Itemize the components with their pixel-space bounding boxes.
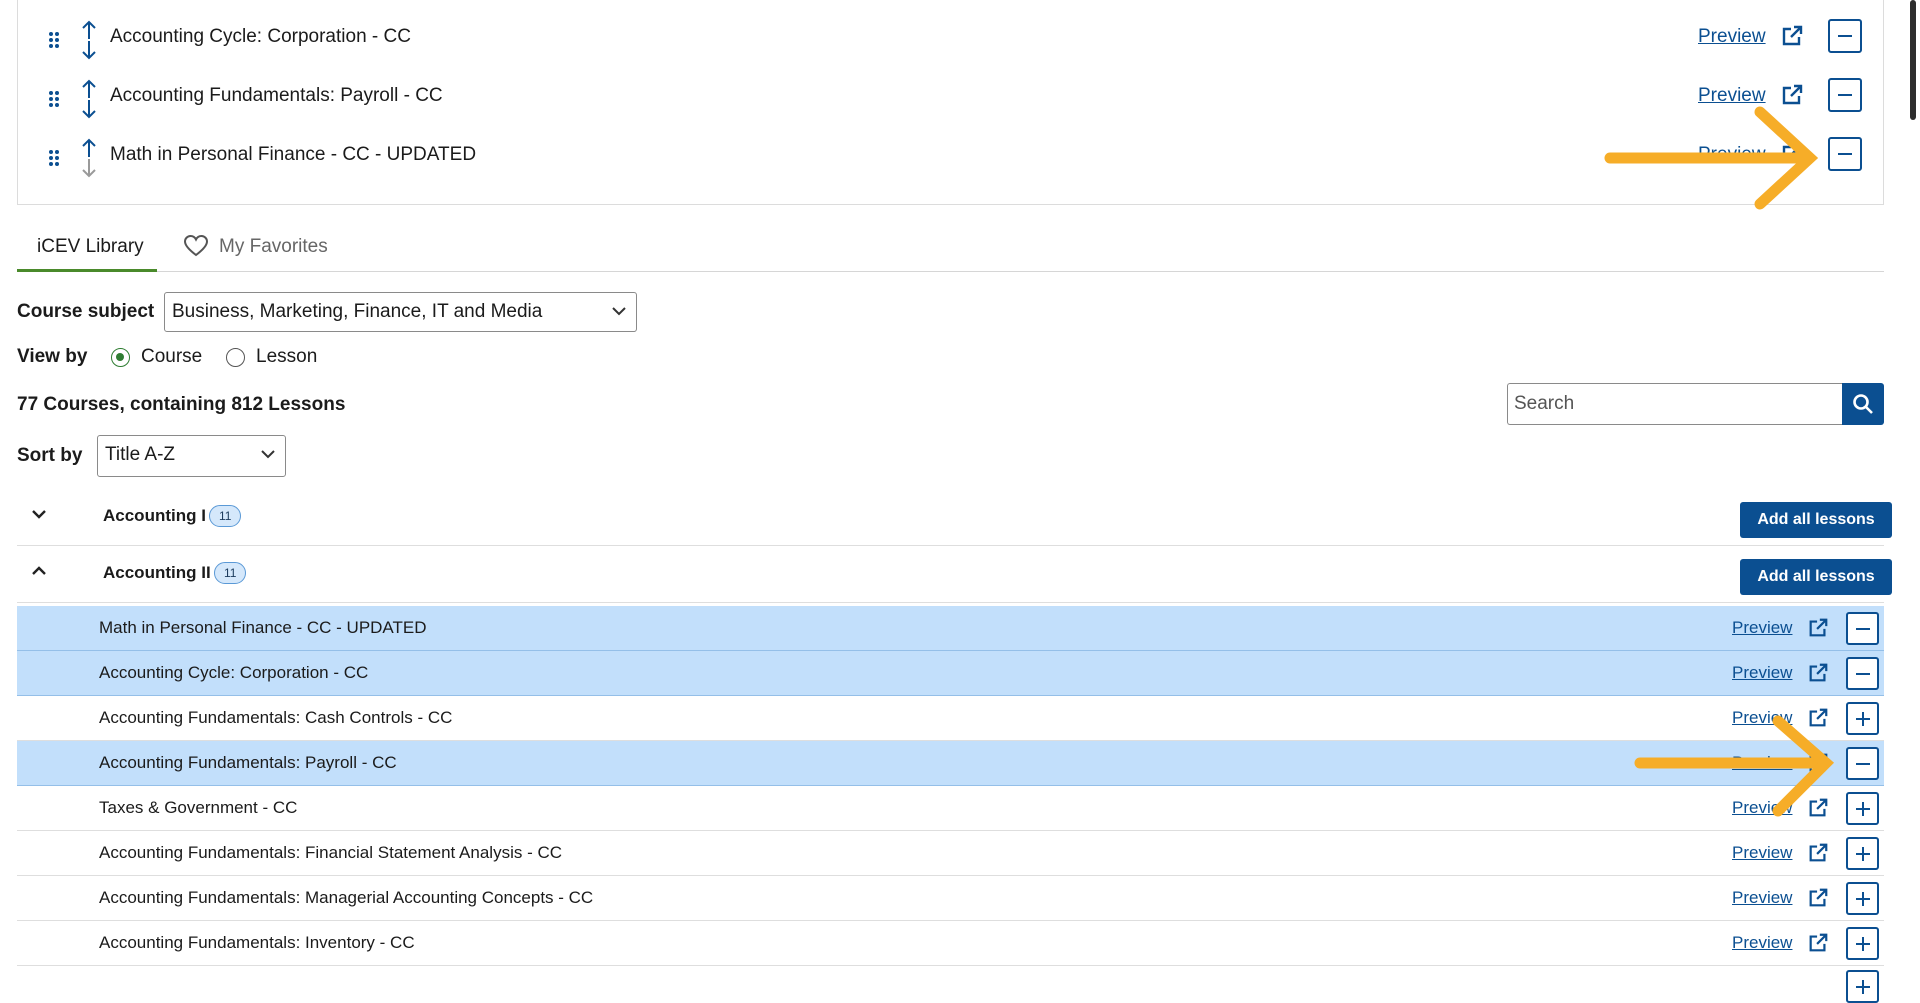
add-lesson-button[interactable] xyxy=(1846,927,1879,960)
course-name: Accounting II xyxy=(103,563,211,582)
chevron-down-icon xyxy=(612,307,626,316)
add-lesson-button[interactable] xyxy=(1846,837,1879,870)
lesson-title: Accounting Fundamentals: Managerial Acco… xyxy=(99,888,594,907)
add-all-lessons-button[interactable]: Add all lessons xyxy=(1740,559,1892,595)
external-link-icon[interactable] xyxy=(1780,24,1804,48)
tab-my-favorites-label: My Favorites xyxy=(219,236,328,257)
drag-handle-icon[interactable] xyxy=(48,31,60,49)
external-link-icon[interactable] xyxy=(1807,662,1829,684)
preview-link[interactable]: Preview xyxy=(1732,888,1792,908)
preview-link[interactable]: Preview xyxy=(1732,798,1792,818)
move-up-down-icon[interactable] xyxy=(78,78,100,120)
tab-icev-library[interactable]: iCEV Library xyxy=(17,224,157,272)
preview-link[interactable]: Preview xyxy=(1732,843,1792,863)
lesson-row: Accounting Fundamentals: Financial State… xyxy=(17,831,1884,876)
drag-handle-icon[interactable] xyxy=(48,90,60,108)
preview-link[interactable]: Preview xyxy=(1732,753,1792,773)
external-link-icon[interactable] xyxy=(1807,797,1829,819)
external-link-icon[interactable] xyxy=(1807,932,1829,954)
external-link-icon[interactable] xyxy=(1780,142,1804,166)
preview-link[interactable]: Preview xyxy=(1732,618,1792,638)
lesson-title: Taxes & Government - CC xyxy=(99,798,298,817)
course-subject-value: Business, Marketing, Finance, IT and Med… xyxy=(172,301,543,322)
radio-selected-indicator xyxy=(111,348,130,367)
course-subject-label: Course subject xyxy=(17,301,155,322)
add-lesson-button[interactable] xyxy=(1846,702,1879,735)
preview-link[interactable]: Preview xyxy=(1732,933,1792,953)
lesson-title: Accounting Cycle: Corporation - CC xyxy=(99,663,369,682)
external-link-icon[interactable] xyxy=(1780,83,1804,107)
external-link-icon[interactable] xyxy=(1807,617,1829,639)
selected-lesson-title: Math in Personal Finance - CC - UPDATED xyxy=(110,144,477,165)
view-by-label: View by xyxy=(17,346,88,367)
course-row[interactable]: Accounting I 11 Add all lessons xyxy=(17,489,1892,546)
results-summary: 77 Courses, containing 812 Lessons xyxy=(17,394,346,415)
expand-chevron-down-icon[interactable] xyxy=(31,509,47,519)
external-link-icon[interactable] xyxy=(1807,752,1829,774)
drag-handle-icon[interactable] xyxy=(48,149,60,167)
preview-link[interactable]: Preview xyxy=(1698,85,1766,107)
radio-unselected-indicator xyxy=(226,348,245,367)
view-option-label: Lesson xyxy=(256,346,318,367)
course-row[interactable]: Accounting II 11 Add all lessons xyxy=(17,546,1892,603)
lesson-title: Accounting Fundamentals: Payroll - CC xyxy=(99,753,397,772)
preview-link[interactable]: Preview xyxy=(1732,663,1792,683)
remove-lesson-button[interactable] xyxy=(1846,747,1879,780)
selected-lesson-row: Accounting Fundamentals: Payroll - CC Pr… xyxy=(18,69,1883,125)
search-input[interactable] xyxy=(1507,383,1843,425)
selected-lesson-title: Accounting Fundamentals: Payroll - CC xyxy=(110,85,443,106)
chevron-down-icon xyxy=(261,450,275,459)
tab-my-favorites[interactable]: My Favorites xyxy=(183,224,328,272)
remove-lesson-button[interactable] xyxy=(1828,19,1862,53)
add-lesson-button[interactable] xyxy=(1846,792,1879,825)
add-lesson-button[interactable] xyxy=(1846,970,1879,1003)
sort-by-select[interactable]: Title A-Z xyxy=(97,435,286,477)
selected-lesson-row: Math in Personal Finance - CC - UPDATED … xyxy=(18,128,1883,184)
preview-link[interactable]: Preview xyxy=(1732,708,1792,728)
sort-by-value: Title A-Z xyxy=(105,444,176,465)
external-link-icon[interactable] xyxy=(1807,887,1829,909)
external-link-icon[interactable] xyxy=(1807,842,1829,864)
collapse-chevron-up-icon[interactable] xyxy=(31,566,47,576)
lesson-row: Accounting Fundamentals: Inventory - CC … xyxy=(17,921,1884,966)
lesson-title: Accounting Fundamentals: Financial State… xyxy=(99,843,563,862)
lesson-title: Accounting Fundamentals: Cash Controls -… xyxy=(99,708,453,727)
move-up-down-icon[interactable] xyxy=(78,19,100,61)
remove-lesson-button[interactable] xyxy=(1846,612,1879,645)
selected-lessons-panel: Accounting Cycle: Corporation - CC Previ… xyxy=(17,0,1884,205)
selected-lesson-row: Accounting Cycle: Corporation - CC Previ… xyxy=(18,10,1883,66)
lesson-row: Accounting Cycle: Corporation - CC Previ… xyxy=(17,651,1884,696)
lesson-count-badge: 11 xyxy=(209,505,242,527)
remove-lesson-button[interactable] xyxy=(1828,78,1862,112)
lesson-row: Accounting Fundamentals: Payroll - CC Pr… xyxy=(17,741,1884,786)
scrollbar-thumb[interactable] xyxy=(1910,0,1916,120)
preview-link[interactable]: Preview xyxy=(1698,26,1766,48)
add-lesson-button[interactable] xyxy=(1846,882,1879,915)
course-name: Accounting I xyxy=(103,506,206,525)
remove-lesson-button[interactable] xyxy=(1828,137,1862,171)
remove-lesson-button[interactable] xyxy=(1846,657,1879,690)
lesson-row xyxy=(17,966,1884,1003)
lesson-count-badge: 11 xyxy=(214,562,247,584)
external-link-icon[interactable] xyxy=(1807,707,1829,729)
lesson-title: Math in Personal Finance - CC - UPDATED xyxy=(99,618,427,637)
move-up-down-icon[interactable] xyxy=(78,137,100,179)
view-option-label: Course xyxy=(141,346,203,367)
selected-lesson-title: Accounting Cycle: Corporation - CC xyxy=(110,26,411,47)
library-tabs: iCEV Library My Favorites xyxy=(17,224,1884,272)
search-icon xyxy=(1853,394,1873,414)
lesson-row: Accounting Fundamentals: Managerial Acco… xyxy=(17,876,1884,921)
search-button[interactable] xyxy=(1842,383,1884,425)
add-all-lessons-button[interactable]: Add all lessons xyxy=(1740,502,1892,538)
sort-by-label: Sort by xyxy=(17,445,83,466)
lesson-row: Taxes & Government - CC Preview xyxy=(17,786,1884,831)
preview-link[interactable]: Preview xyxy=(1698,144,1766,166)
course-subject-select[interactable]: Business, Marketing, Finance, IT and Med… xyxy=(164,292,637,332)
lesson-row: Accounting Fundamentals: Cash Controls -… xyxy=(17,696,1884,741)
lesson-title: Accounting Fundamentals: Inventory - CC xyxy=(99,933,415,952)
heart-icon xyxy=(183,234,209,258)
lesson-row: Math in Personal Finance - CC - UPDATED … xyxy=(17,606,1884,651)
